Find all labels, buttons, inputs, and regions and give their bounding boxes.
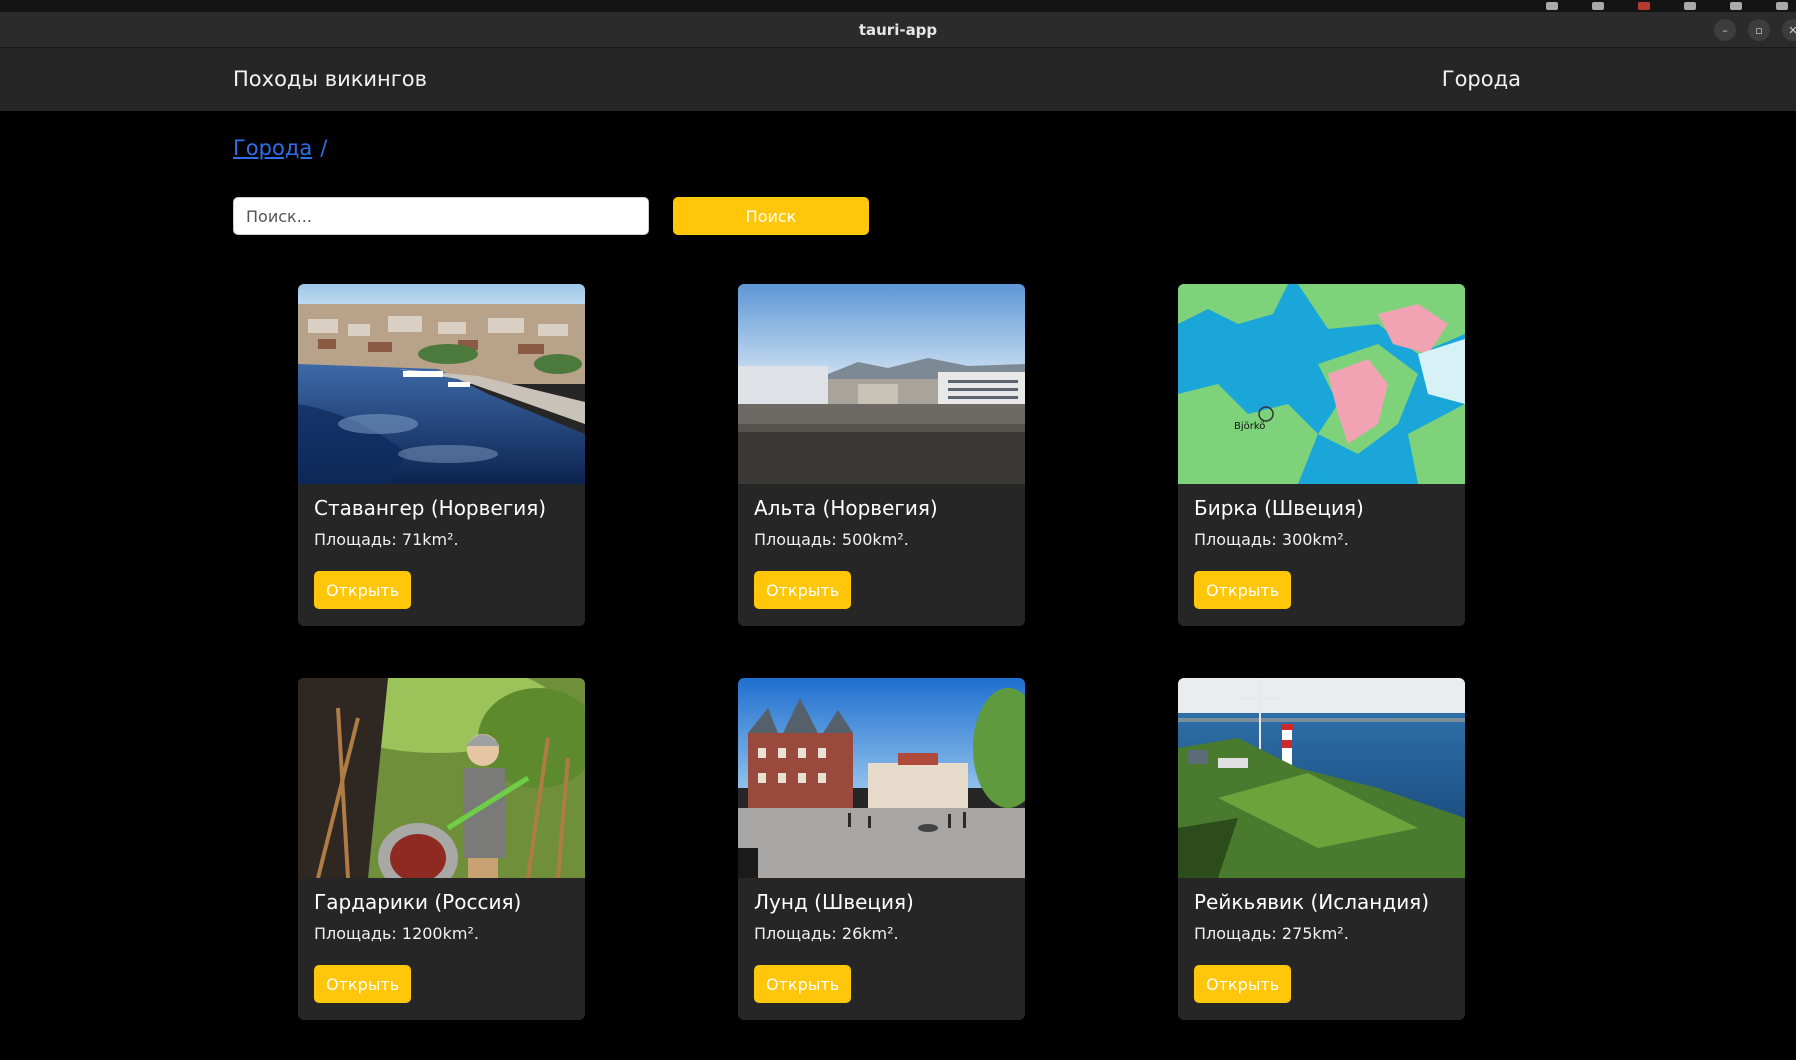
city-title: Ставангер (Норвегия) xyxy=(314,496,547,520)
map-place-label: Björkö xyxy=(1234,421,1265,432)
maximize-button[interactable]: ▫ xyxy=(1748,19,1770,41)
open-button[interactable]: Открыть xyxy=(314,571,412,609)
network-icon[interactable] xyxy=(1592,2,1604,10)
brand-title[interactable]: Походы викингов xyxy=(233,48,427,111)
system-tray xyxy=(1546,0,1796,12)
coastal-lighthouse-photo[interactable] xyxy=(1178,678,1465,878)
city-area: Площадь: 275km². xyxy=(1194,924,1349,943)
city-card: Björkö Бирка (Швеция) Площадь: 300km². О… xyxy=(1178,284,1465,626)
lake-map-image[interactable]: Björkö xyxy=(1178,284,1465,484)
city-card: Рейкьявик (Исландия) Площадь: 275km². От… xyxy=(1178,678,1465,1020)
clipboard-icon[interactable] xyxy=(1546,2,1558,10)
volume-icon[interactable] xyxy=(1638,2,1650,10)
search-button[interactable]: Поиск xyxy=(673,197,869,235)
city-card: Лунд (Швеция) Площадь: 26km². Открыть xyxy=(738,678,1025,1020)
city-area: Площадь: 1200km². xyxy=(314,924,479,943)
breadcrumb-link-cities[interactable]: Города xyxy=(233,136,312,160)
harbor-city-photo[interactable] xyxy=(298,284,585,484)
city-area: Площадь: 300km². xyxy=(1194,530,1349,549)
city-title: Рейкьявик (Исландия) xyxy=(1194,890,1430,914)
city-title: Бирка (Швеция) xyxy=(1194,496,1364,520)
open-button[interactable]: Открыть xyxy=(1194,965,1292,1003)
close-icon: ✕ xyxy=(1788,23,1796,37)
search-input[interactable] xyxy=(233,197,649,235)
window-controls: – ▫ ✕ xyxy=(1714,19,1796,41)
open-button[interactable]: Открыть xyxy=(314,965,412,1003)
city-area: Площадь: 71km². xyxy=(314,530,459,549)
language-icon[interactable] xyxy=(1684,2,1696,10)
city-card: Гардарики (Россия) Площадь: 1200km². Отк… xyxy=(298,678,585,1020)
city-area: Площадь: 26km². xyxy=(754,924,899,943)
minimize-button[interactable]: – xyxy=(1714,19,1736,41)
city-title: Альта (Норвегия) xyxy=(754,496,938,520)
open-button[interactable]: Открыть xyxy=(754,571,852,609)
window-title: tauri-app xyxy=(858,21,938,39)
city-card: Ставангер (Норвегия) Площадь: 71km². Отк… xyxy=(298,284,585,626)
nav-link-cities[interactable]: Города xyxy=(1442,48,1521,111)
city-title: Гардарики (Россия) xyxy=(314,890,522,914)
maximize-icon: ▫ xyxy=(1755,23,1763,37)
battery-icon[interactable] xyxy=(1730,2,1742,10)
os-top-bar xyxy=(0,0,1796,12)
viking-reenactor-photo[interactable] xyxy=(298,678,585,878)
city-title: Лунд (Швеция) xyxy=(754,890,914,914)
power-icon[interactable] xyxy=(1776,2,1788,10)
window-titlebar: tauri-app – ▫ ✕ xyxy=(0,12,1796,48)
city-area: Площадь: 500km². xyxy=(754,530,909,549)
breadcrumb-separator: / xyxy=(320,136,328,160)
close-button[interactable]: ✕ xyxy=(1782,19,1796,41)
town-square-photo[interactable] xyxy=(738,678,1025,878)
app-header: Походы викингов Города xyxy=(0,48,1796,111)
open-button[interactable]: Открыть xyxy=(1194,571,1292,609)
city-card: Альта (Норвегия) Площадь: 500km². Открыт… xyxy=(738,284,1025,626)
breadcrumb: Города / xyxy=(233,136,327,160)
open-button[interactable]: Открыть xyxy=(754,965,852,1003)
rooftop-city-photo[interactable] xyxy=(738,284,1025,484)
minimize-icon: – xyxy=(1722,23,1728,37)
